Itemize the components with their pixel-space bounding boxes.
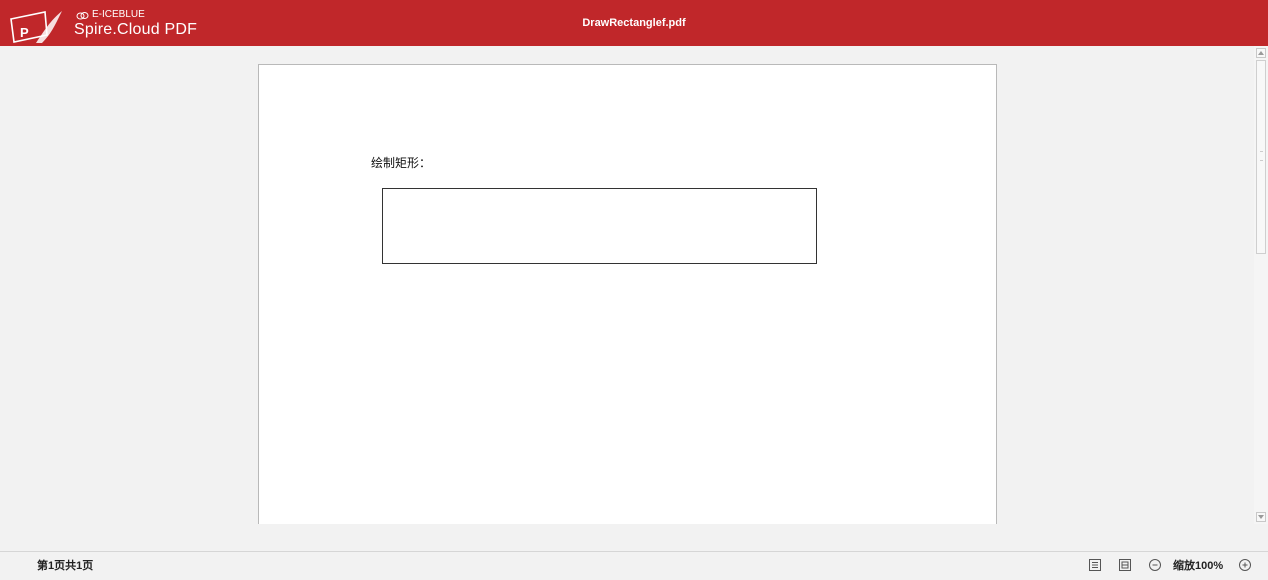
- viewer-bottom-strip: [0, 524, 1268, 552]
- zoom-level: 缩放100%: [1173, 559, 1223, 573]
- status-bar: 第1页共1页 缩放100%: [0, 552, 1268, 580]
- document-viewer[interactable]: 绘制矩形：: [0, 46, 1268, 524]
- scroll-grip-icon: [1260, 151, 1263, 161]
- scroll-thumb[interactable]: [1256, 60, 1266, 254]
- fit-page-icon[interactable]: [1118, 558, 1132, 572]
- document-title: DrawRectanglef.pdf: [0, 15, 1268, 31]
- zoom-out-icon[interactable]: [1148, 558, 1162, 572]
- pdf-page: 绘制矩形：: [258, 64, 997, 524]
- scroll-up-button[interactable]: [1256, 48, 1266, 58]
- drawn-rectangle: [382, 188, 817, 264]
- page-info: 第1页共1页: [37, 559, 93, 573]
- app-header: P E-ICEBLUE Spire.Cloud PDF DrawRectangl…: [0, 0, 1268, 46]
- vertical-scrollbar[interactable]: [1254, 46, 1268, 524]
- scroll-down-button[interactable]: [1256, 512, 1266, 522]
- arrow-down-icon: [1258, 515, 1264, 519]
- page-text: 绘制矩形：: [371, 155, 431, 171]
- zoom-in-icon[interactable]: [1238, 558, 1252, 572]
- single-page-icon[interactable]: [1088, 558, 1102, 572]
- arrow-up-icon: [1258, 51, 1264, 55]
